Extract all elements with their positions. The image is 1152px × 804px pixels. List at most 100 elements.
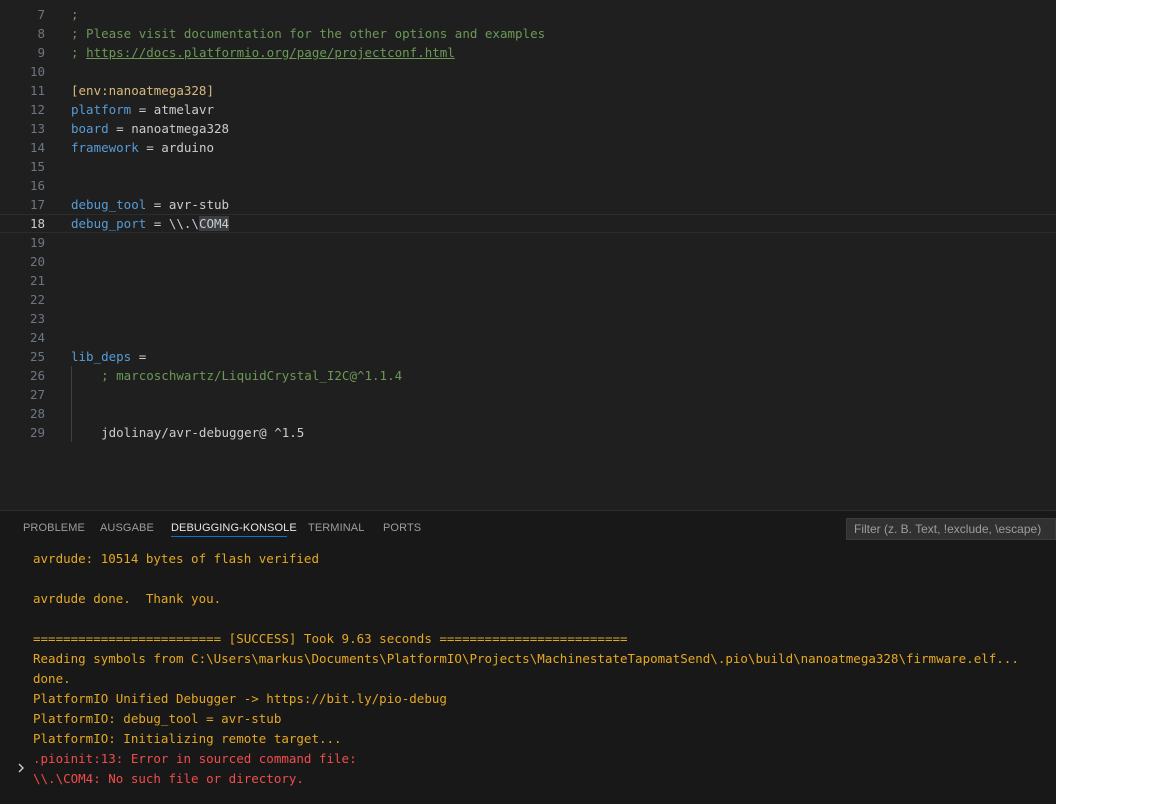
code-token-key: lib_deps xyxy=(71,349,132,364)
code-line[interactable]: 10 xyxy=(0,62,1056,81)
code-text: ; Please visit documentation for the oth… xyxy=(71,24,545,43)
vscode-window: 7; 8 ; Please visit documentation for the … xyxy=(0,0,1152,804)
console-line: done. xyxy=(33,671,71,686)
code-token-sel: COM4 xyxy=(198,216,230,231)
code-token-text: = \\.\ xyxy=(146,216,199,231)
panel-tabs: PROBLEME AUSGABE DEBUGGING-KONSOLE TERMINAL… xyxy=(0,511,840,545)
tab-debugging-konsole[interactable]: DEBUGGING-KONSOLE xyxy=(171,511,297,545)
debug-console-output[interactable]: avrdude: 10514 bytes of flash verified av… xyxy=(0,545,1056,804)
line-number: 23 xyxy=(29,311,45,326)
code-line[interactable]: 19 xyxy=(0,233,1056,252)
console-line: avrdude done. Thank you. xyxy=(33,591,222,606)
code-text: lib_deps = xyxy=(71,347,146,366)
line-number: 15 xyxy=(29,159,45,174)
line-number: 14 xyxy=(29,140,45,155)
line-number: 9 xyxy=(37,45,45,60)
code-line[interactable]: 24 xyxy=(0,328,1056,347)
code-token-comment: ; marcoschwartz/LiquidCrystal_I2C@^1.1.4 xyxy=(71,368,403,383)
code-line[interactable]: 29 jdolinay/avr-debugger@ ^1.5 xyxy=(0,423,1056,442)
indent-guide xyxy=(71,404,72,423)
line-number: 13 xyxy=(29,121,45,136)
active-tab-indicator xyxy=(171,536,287,537)
code-text: ; xyxy=(71,5,79,24)
code-line[interactable]: 9; https://docs.platformio.org/page/proj… xyxy=(0,43,1056,62)
code-token-link[interactable]: https://docs.platformio.org/page/project… xyxy=(86,45,455,60)
code-token-key: framework xyxy=(71,140,139,155)
console-line: avrdude: 10514 bytes of flash verified xyxy=(33,551,319,566)
code-line[interactable]: 8 ; Please visit documentation for the ot… xyxy=(0,24,1056,43)
code-text: debug_tool = avr-stub xyxy=(71,195,229,214)
line-number: 17 xyxy=(29,197,45,212)
code-token-comment: ; xyxy=(71,45,87,60)
code-text: [env:nanoatmega328] xyxy=(71,81,214,100)
line-number: 7 xyxy=(37,7,45,22)
code-token-key: platform xyxy=(71,102,132,117)
code-line[interactable]: 15 xyxy=(0,157,1056,176)
code-token-section: [env:nanoatmega328] xyxy=(71,83,214,98)
code-line[interactable]: 14 framework = arduino xyxy=(0,138,1056,157)
code-line[interactable]: 13 board = nanoatmega328 xyxy=(0,119,1056,138)
line-number: 8 xyxy=(37,26,45,41)
code-token-text: = arduino xyxy=(138,140,214,155)
code-line[interactable]: 7; xyxy=(0,5,1056,24)
line-number: 25 xyxy=(29,349,45,364)
code-text: platform = atmelavr xyxy=(71,100,214,119)
code-token-comment: ; Please visit documentation for the oth… xyxy=(71,26,546,41)
code-text: ; https://docs.platformio.org/page/proje… xyxy=(71,43,455,62)
code-editor[interactable]: 7; 8 ; Please visit documentation for the … xyxy=(0,0,1056,510)
line-number: 24 xyxy=(29,330,45,345)
code-text: framework = arduino xyxy=(71,138,214,157)
line-number: 12 xyxy=(29,102,45,117)
line-number: 18 xyxy=(29,216,45,231)
code-text: jdolinay/avr-debugger@ ^1.5 xyxy=(71,423,304,442)
tab-terminal[interactable]: TERMINAL xyxy=(308,511,364,545)
code-line[interactable]: 16 xyxy=(0,176,1056,195)
code-token-text: = atmelavr xyxy=(131,102,215,117)
tab-ausgabe[interactable]: AUSGABE xyxy=(100,511,154,545)
code-line[interactable]: 11 [env:nanoatmega328] xyxy=(0,81,1056,100)
code-line[interactable]: 23 xyxy=(0,309,1056,328)
chevron-right-icon[interactable] xyxy=(16,763,26,773)
code-line[interactable]: 22 xyxy=(0,290,1056,309)
code-token-key: board xyxy=(71,121,109,136)
line-number: 10 xyxy=(29,64,45,79)
line-number: 11 xyxy=(29,83,45,98)
indent-guide xyxy=(71,385,72,404)
code-text: board = nanoatmega328 xyxy=(71,119,229,138)
console-line: \\.\COM4: No such file or directory. xyxy=(33,771,304,786)
code-line[interactable]: 21 xyxy=(0,271,1056,290)
code-line[interactable]: 25 lib_deps = xyxy=(0,347,1056,366)
line-number: 26 xyxy=(29,368,45,383)
code-token-text: = nanoatmega328 xyxy=(108,121,230,136)
line-number: 29 xyxy=(29,425,45,440)
code-token-text: = avr-stub xyxy=(146,197,230,212)
line-number: 27 xyxy=(29,387,45,402)
code-text: debug_port = \\.\COM4 xyxy=(71,214,230,233)
code-token-text: jdolinay/avr-debugger@ ^1.5 xyxy=(71,425,305,440)
console-line: Reading symbols from C:\Users\markus\Doc… xyxy=(33,651,1019,666)
console-filter-input[interactable] xyxy=(846,518,1056,540)
code-line[interactable]: 18 debug_port = \\.\COM4 xyxy=(0,214,1056,233)
code-line[interactable]: 17 debug_tool = avr-stub xyxy=(0,195,1056,214)
tab-ports[interactable]: PORTS xyxy=(383,511,421,545)
code-line[interactable]: 26 ; marcoschwartz/LiquidCrystal_I2C@^1.… xyxy=(0,366,1056,385)
console-line: ========================= [SUCCESS] Took… xyxy=(33,631,628,646)
line-number: 21 xyxy=(29,273,45,288)
code-token-key: debug_tool xyxy=(71,197,147,212)
tab-probleme[interactable]: PROBLEME xyxy=(23,511,85,545)
code-text: ; marcoschwartz/LiquidCrystal_I2C@^1.1.4 xyxy=(71,366,402,385)
line-number: 22 xyxy=(29,292,45,307)
console-line: PlatformIO Unified Debugger -> https://b… xyxy=(33,691,447,706)
line-number: 16 xyxy=(29,178,45,193)
code-line[interactable]: 12 platform = atmelavr xyxy=(0,100,1056,119)
console-line: .pioinit:13: Error in sourced command fi… xyxy=(33,751,357,766)
line-number: 28 xyxy=(29,406,45,421)
code-line[interactable]: 20 xyxy=(0,252,1056,271)
line-number: 19 xyxy=(29,235,45,250)
console-line: PlatformIO: debug_tool = avr-stub xyxy=(33,711,282,726)
line-number: 20 xyxy=(29,254,45,269)
code-token-comment: ; xyxy=(71,7,79,22)
code-token-text: = xyxy=(131,349,147,364)
code-line[interactable]: 27 xyxy=(0,385,1056,404)
code-line[interactable]: 28 xyxy=(0,404,1056,423)
